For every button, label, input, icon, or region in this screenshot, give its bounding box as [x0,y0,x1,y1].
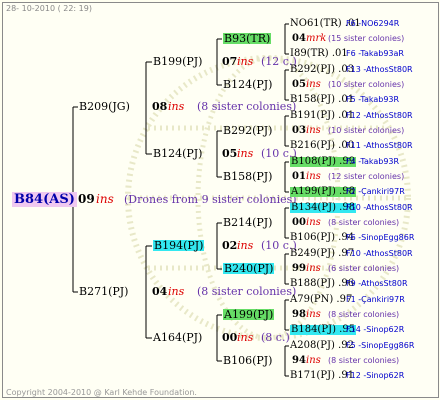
leaf-note: (12 sister colonies) [328,172,405,181]
level2-note: (8 c.) [261,331,290,344]
leaf-note: (8 sister colonies) [328,310,400,319]
leaf-queen-top[interactable]: B191(PJ) .01 [290,111,354,121]
copyright-footer: Copyright 2004-2010 @ Karl Kehde Foundat… [6,388,197,397]
leaf-ins-label: ins [306,217,321,228]
level3-queen[interactable]: B240(PJ) [223,263,275,274]
leaf-queen-top[interactable]: B292(PJ) .03 [290,65,354,75]
leaf-ins-label: ins [306,171,321,182]
leaf-note: (10 sister colonies) [328,80,405,89]
leaf-origin-bottom: F9 -AthosSt80R [346,279,408,288]
leaf-generation: 99 [292,263,306,274]
level2-queen[interactable]: A164(PJ) [153,332,202,343]
level1-note: (8 sister colonies) [197,100,297,113]
level3-queen[interactable]: A199(PJ) [223,309,275,320]
leaf-origin-top: F1 -Çankiri97R [346,295,405,304]
leaf-generation: 05 [292,79,306,90]
root-queen[interactable]: B84(AS) [12,192,77,207]
leaf-note: (8 sister colonies) [328,356,400,365]
level2-ins-label: ins [237,331,254,344]
leaf-origin-bottom: F14 -Sinop62R [346,325,405,334]
level3-queen[interactable]: B292(PJ) [223,125,272,136]
leaf-queen-top[interactable]: B249(PJ) .97 [290,249,354,259]
level3-queen[interactable]: B93(TR) [223,33,272,44]
leaf-origin-bottom: F12 -Sinop62R [346,371,405,380]
leaf-queen-bottom[interactable]: B216(PJ) .00 [290,141,354,151]
leaf-queen-top[interactable]: A79(PN) .97 [290,295,352,305]
level1-generation: 04 [152,285,168,298]
leaf-queen-bottom[interactable]: B188(PJ) .96 [290,279,354,289]
leaf-note: (8 sister colonies) [328,218,400,227]
level1-generation: 08 [152,100,168,113]
leaf-origin-top: F6 -NO6294R [346,19,400,28]
level3-queen[interactable]: B106(PJ) [223,355,272,366]
leaf-ins-label: ins [306,355,321,366]
level1-ins-label: ins [168,285,185,298]
leaf-origin-top: F13 -AthosSt80R [346,65,413,74]
leaf-origin-top: F5 -SinopEgg86R [346,341,415,350]
leaf-ins-label: ins [306,309,321,320]
leaf-origin-top: F4 -Takab93R [346,157,400,166]
level2-queen[interactable]: B199(PJ) [153,56,202,67]
leaf-queen-bottom[interactable]: B158(PJ) .01 [290,95,354,105]
leaf-origin-top: F10 -AthosSt80R [346,249,413,258]
leaf-queen-bottom[interactable]: B171(PJ) .91 [290,371,354,381]
leaf-note: (15 sister colonies) [328,34,405,43]
leaf-origin-bottom: F5 -Takab93R [346,95,400,104]
leaf-queen-top[interactable]: A208(PJ) .92 [290,341,354,351]
level3-queen[interactable]: B214(PJ) [223,217,272,228]
leaf-ins-label: ins [306,263,321,274]
leaf-ins-label: ins [306,79,321,90]
level1-queen[interactable]: B209(JG) [79,101,130,112]
leaf-generation: 04 [292,33,306,44]
level3-queen[interactable]: B124(PJ) [223,79,272,90]
level2-generation: 00 [222,331,238,344]
level3-queen[interactable]: B158(PJ) [223,171,272,182]
leaf-ins-label: mrk [306,33,327,44]
level2-generation: 05 [222,147,238,160]
leaf-generation: 94 [292,355,306,366]
leaf-generation: 03 [292,125,306,136]
leaf-note: (10 sister colonies) [328,126,405,135]
level1-ins-label: ins [168,100,185,113]
level2-ins-label: ins [237,239,254,252]
leaf-generation: 01 [292,171,306,182]
level2-ins-label: ins [237,147,254,160]
leaf-generation: 00 [292,217,306,228]
level2-queen[interactable]: B194(PJ) [153,240,205,251]
root-generation: 09 [78,192,95,206]
leaf-queen-bottom[interactable]: I89(TR) .01 [290,49,348,59]
leaf-origin-top: F10 -AthosSt80R [346,203,413,212]
leaf-origin-bottom: F11 -AthosSt80R [346,141,413,150]
leaf-queen-bottom[interactable]: B106(PJ) .94 [290,233,354,243]
level2-queen[interactable]: B124(PJ) [153,148,202,159]
leaf-note: (6 sister colonies) [328,264,400,273]
leaf-generation: 98 [292,309,306,320]
level2-ins-label: ins [237,55,254,68]
level2-generation: 07 [222,55,238,68]
level2-generation: 02 [222,239,238,252]
root-note: (Drones from 9 sister colonies) [124,193,297,206]
leaf-ins-label: ins [306,125,321,136]
leaf-origin-bottom: F6 -Takab93aR [346,49,404,58]
leaf-origin-bottom: F2 -Çankiri97R [346,187,405,196]
root-ins-label: ins [96,192,114,206]
leaf-origin-bottom: F6 -SinopEgg86R [346,233,415,242]
leaf-origin-top: F12 -AthosSt80R [346,111,413,120]
level1-note: (8 sister colonies) [197,285,297,298]
level1-queen[interactable]: B271(PJ) [79,286,128,297]
